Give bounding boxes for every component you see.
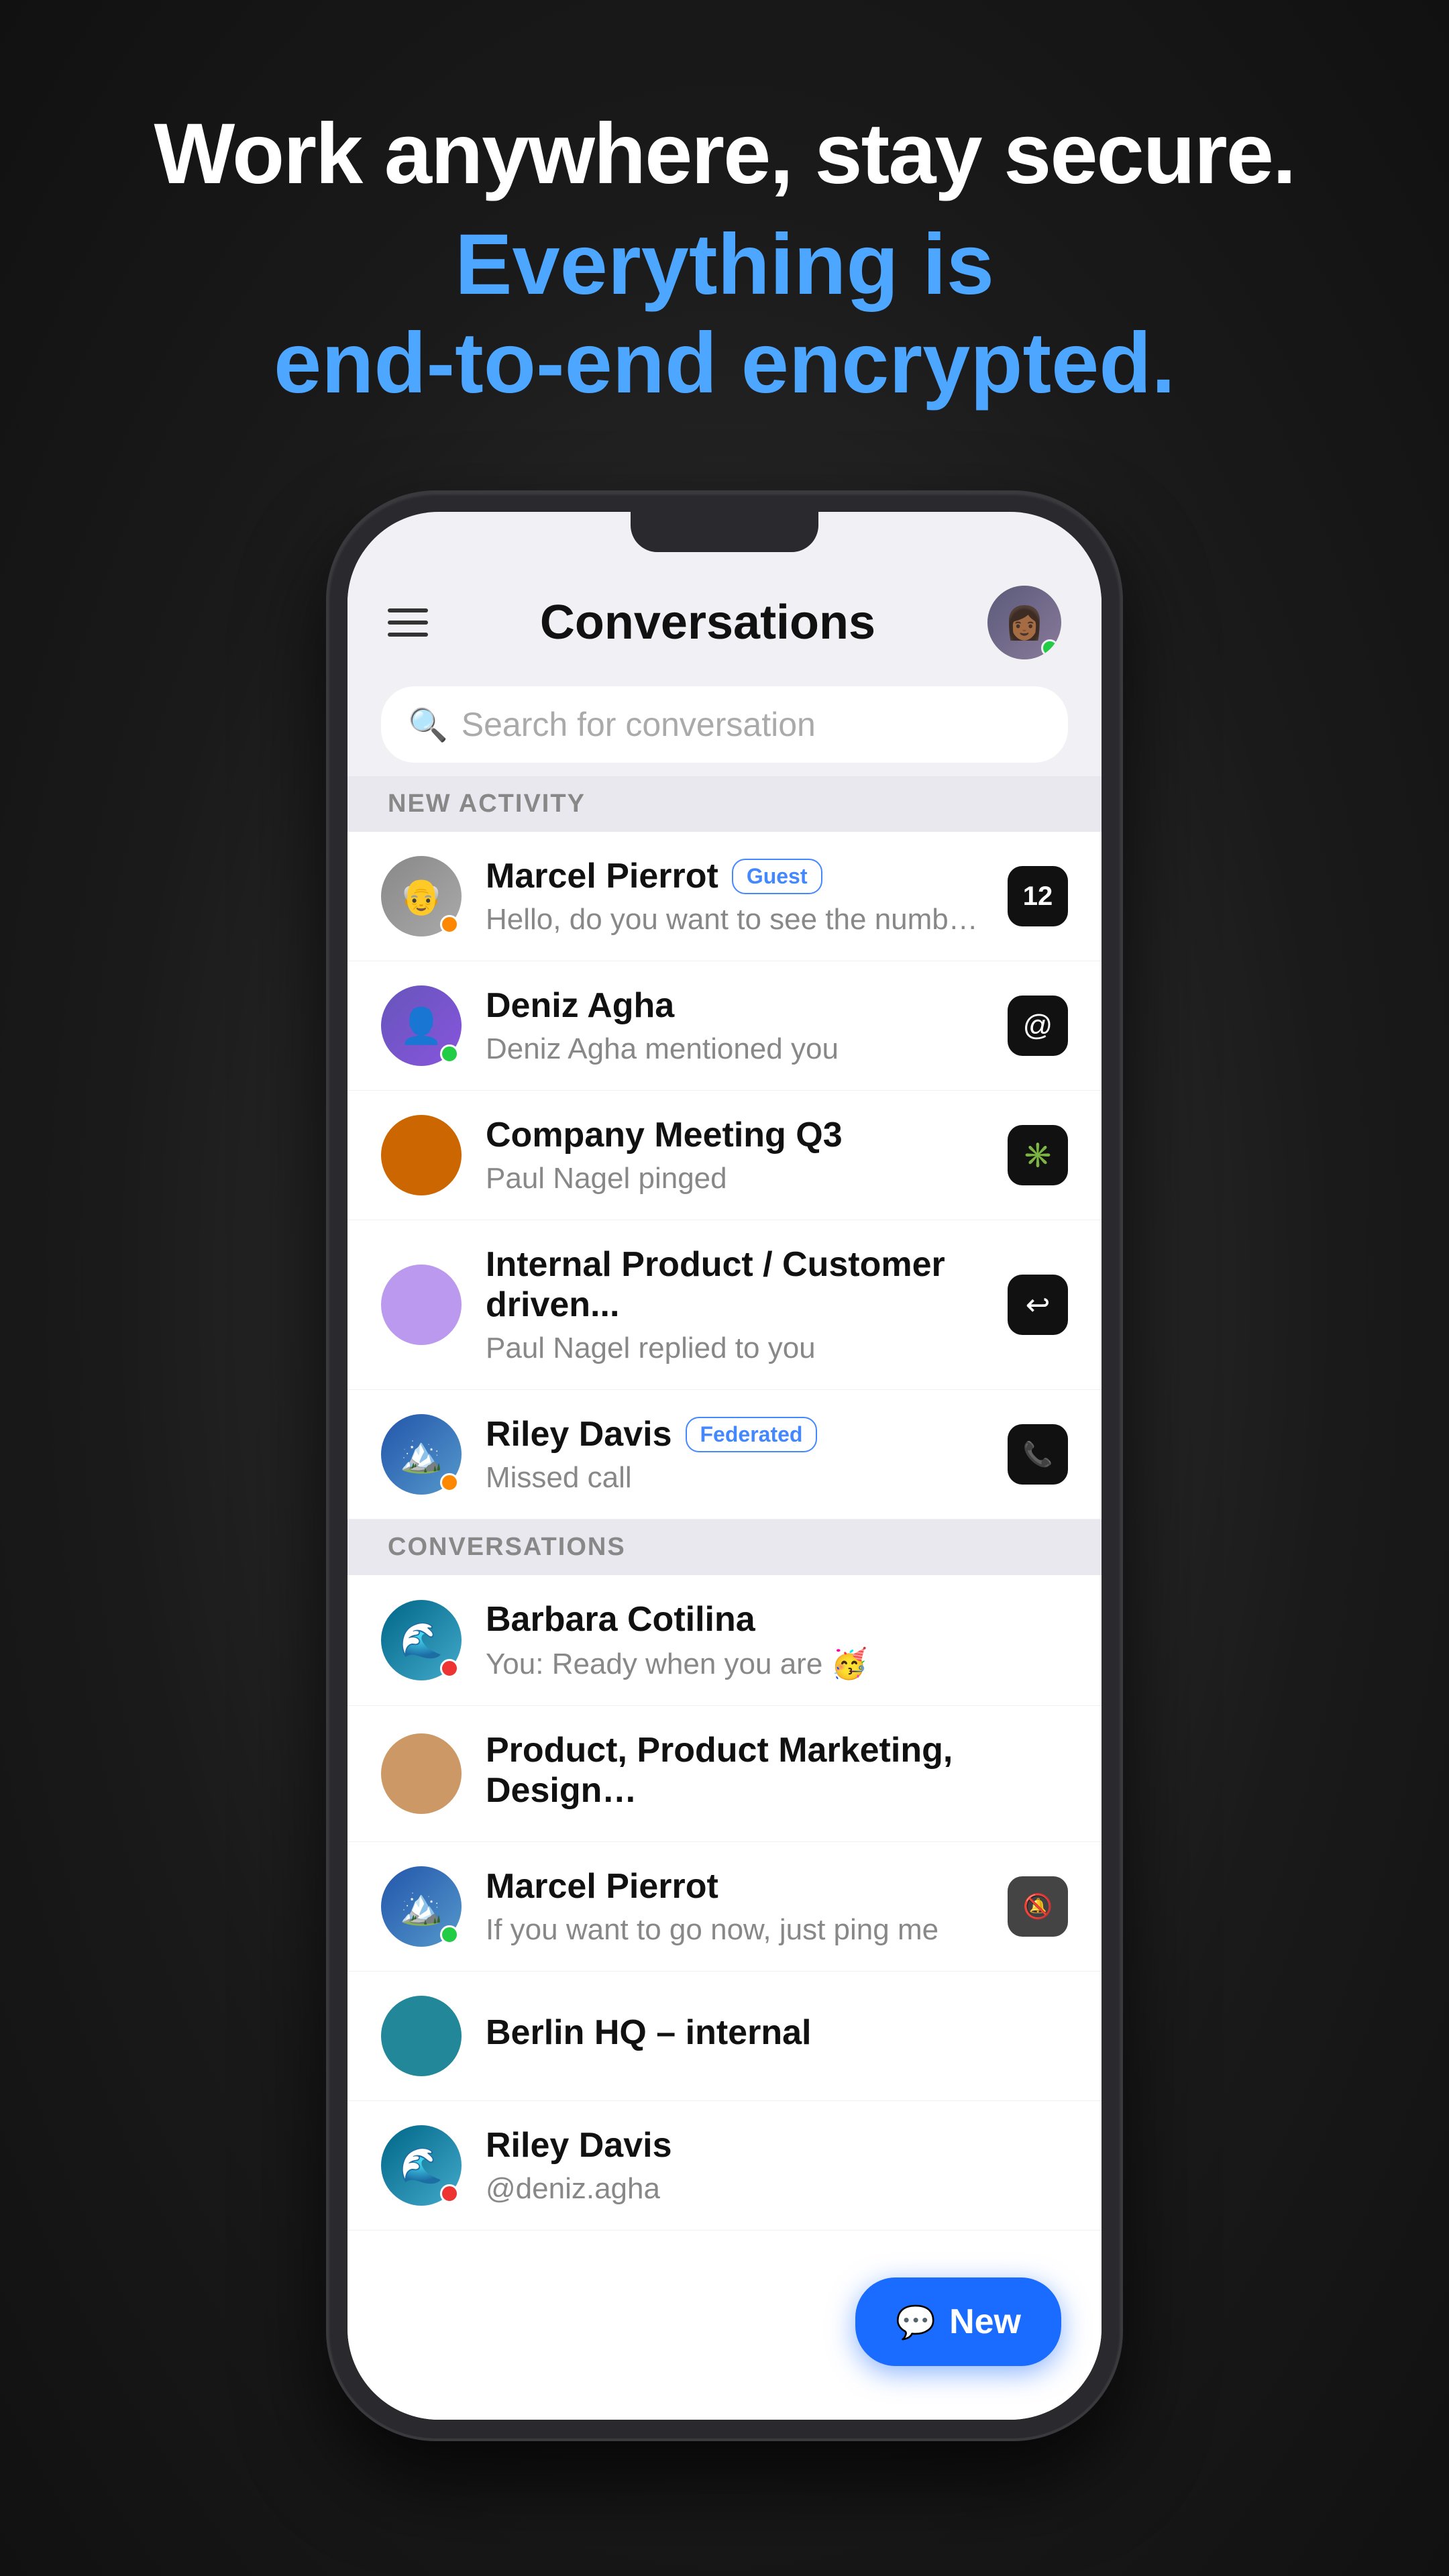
headline-title: Work anywhere, stay secure. — [154, 107, 1295, 202]
conv-name: Riley Davis — [486, 2125, 672, 2165]
phone-screen: Conversations 👩🏾 🔍 Search for conversati… — [347, 512, 1102, 2420]
reply-badge: ↩ — [1008, 1275, 1068, 1335]
headline-section: Work anywhere, stay secure. Everything i… — [154, 107, 1295, 413]
list-item[interactable]: Internal Product / Customer driven... Pa… — [347, 1220, 1102, 1390]
app-content: Conversations 👩🏾 🔍 Search for conversati… — [347, 512, 1102, 2420]
status-badge — [440, 1925, 459, 1944]
avatar: 🏔️ — [381, 1414, 462, 1495]
conv-name: Marcel Pierrot — [486, 856, 718, 896]
list-item[interactable]: 🏔️ Marcel Pierrot If you want to go now,… — [347, 1842, 1102, 1972]
page-title: Conversations — [540, 595, 875, 650]
phone-frame: Conversations 👩🏾 🔍 Search for conversati… — [329, 493, 1120, 2438]
avatar: 🏔️ — [381, 1866, 462, 1947]
avatar: 👴 — [381, 856, 462, 936]
conv-body: Product, Product Marketing, Design… — [486, 1730, 1068, 1817]
conv-name: Product, Product Marketing, Design… — [486, 1730, 1068, 1811]
conv-name: Deniz Agha — [486, 985, 674, 1026]
list-item[interactable]: 🌊 Barbara Cotilina You: Ready when you a… — [347, 1575, 1102, 1706]
conv-name: Berlin HQ – internal — [486, 2012, 811, 2053]
headline-subtitle: Everything is end-to-end encrypted. — [154, 215, 1295, 413]
conv-preview: Deniz Agha mentioned you — [486, 1032, 994, 1066]
menu-button[interactable] — [388, 608, 428, 637]
conv-preview: Paul Nagel pinged — [486, 1162, 994, 1195]
list-item[interactable]: 🏔️ Riley Davis Federated Missed call 📞 — [347, 1390, 1102, 1519]
list-item[interactable]: 👤 Deniz Agha Deniz Agha mentioned you @ — [347, 961, 1102, 1091]
conv-body: Berlin HQ – internal — [486, 2012, 1068, 2059]
avatar — [381, 1733, 462, 1814]
new-activity-list: 👴 Marcel Pierrot Guest Hello, do you wan… — [347, 832, 1102, 2420]
mention-badge: @ — [1008, 996, 1068, 1056]
conv-body: Deniz Agha Deniz Agha mentioned you — [486, 985, 994, 1066]
federated-badge: Federated — [686, 1417, 818, 1452]
conv-name: Marcel Pierrot — [486, 1866, 718, 1907]
avatar — [381, 1115, 462, 1195]
phone-notch — [631, 512, 818, 552]
guest-badge: Guest — [732, 859, 822, 894]
new-conv-label: New — [949, 2302, 1021, 2342]
avatar — [381, 1265, 462, 1345]
online-status-dot — [1041, 639, 1059, 657]
status-badge — [440, 915, 459, 934]
new-conversation-button[interactable]: 💬 New — [855, 2277, 1061, 2366]
list-item[interactable]: Company Meeting Q3 Paul Nagel pinged ✳️ — [347, 1091, 1102, 1220]
conv-body: Marcel Pierrot Guest Hello, do you want … — [486, 856, 994, 936]
conv-name: Internal Product / Customer driven... — [486, 1244, 994, 1325]
section-label: NEW ACTIVITY — [388, 790, 586, 818]
avatar: 🌊 — [381, 2125, 462, 2206]
conv-preview: @deniz.agha — [486, 2172, 1068, 2206]
conv-preview: If you want to go now, just ping me — [486, 1913, 994, 1947]
list-item[interactable]: Product, Product Marketing, Design… — [347, 1706, 1102, 1842]
conv-preview: You: Ready when you are 🥳 — [486, 1646, 1068, 1681]
list-item[interactable]: Berlin HQ – internal — [347, 1972, 1102, 2101]
status-badge — [440, 2184, 459, 2203]
conv-preview: Paul Nagel replied to you — [486, 1332, 994, 1365]
status-badge — [440, 1044, 459, 1063]
conv-body: Barbara Cotilina You: Ready when you are… — [486, 1599, 1068, 1681]
section-header-new-activity: NEW ACTIVITY — [347, 776, 1102, 832]
conv-body: Internal Product / Customer driven... Pa… — [486, 1244, 994, 1365]
list-item[interactable]: 👴 Marcel Pierrot Guest Hello, do you wan… — [347, 832, 1102, 961]
status-badge — [440, 1473, 459, 1492]
missed-call-badge: 📞 — [1008, 1424, 1068, 1485]
app-header: Conversations 👩🏾 — [347, 552, 1102, 680]
section-label: CONVERSATIONS — [388, 1533, 626, 1561]
conv-body: Riley Davis @deniz.agha — [486, 2125, 1068, 2206]
search-icon: 🔍 — [408, 706, 448, 744]
conv-preview: Hello, do you want to see the number... — [486, 903, 994, 936]
avatar: 🌊 — [381, 1600, 462, 1680]
list-item[interactable]: 🌊 Riley Davis @deniz.agha — [347, 2101, 1102, 2231]
avatar[interactable]: 👩🏾 — [987, 586, 1061, 659]
avatar — [381, 1996, 462, 2076]
ping-badge: ✳️ — [1008, 1125, 1068, 1185]
conv-body: Marcel Pierrot If you want to go now, ju… — [486, 1866, 994, 1947]
conv-name: Riley Davis — [486, 1414, 672, 1454]
conv-body: Riley Davis Federated Missed call — [486, 1414, 994, 1495]
conv-body: Company Meeting Q3 Paul Nagel pinged — [486, 1115, 994, 1195]
conv-name: Company Meeting Q3 — [486, 1115, 843, 1155]
mute-badge: 🔕 — [1008, 1876, 1068, 1937]
avatar: 👤 — [381, 985, 462, 1066]
new-conv-icon: 💬 — [896, 2303, 936, 2341]
sections-container: NEW ACTIVITY 👴 Marcel Pierrot Gue — [347, 776, 1102, 2420]
conv-preview: Missed call — [486, 1461, 994, 1495]
search-bar[interactable]: 🔍 Search for conversation — [381, 686, 1068, 763]
unread-count-badge: 12 — [1008, 866, 1068, 926]
section-header-conversations: CONVERSATIONS — [347, 1519, 1102, 1575]
search-input[interactable]: Search for conversation — [462, 705, 816, 744]
conv-name: Barbara Cotilina — [486, 1599, 755, 1640]
status-badge — [440, 1659, 459, 1678]
